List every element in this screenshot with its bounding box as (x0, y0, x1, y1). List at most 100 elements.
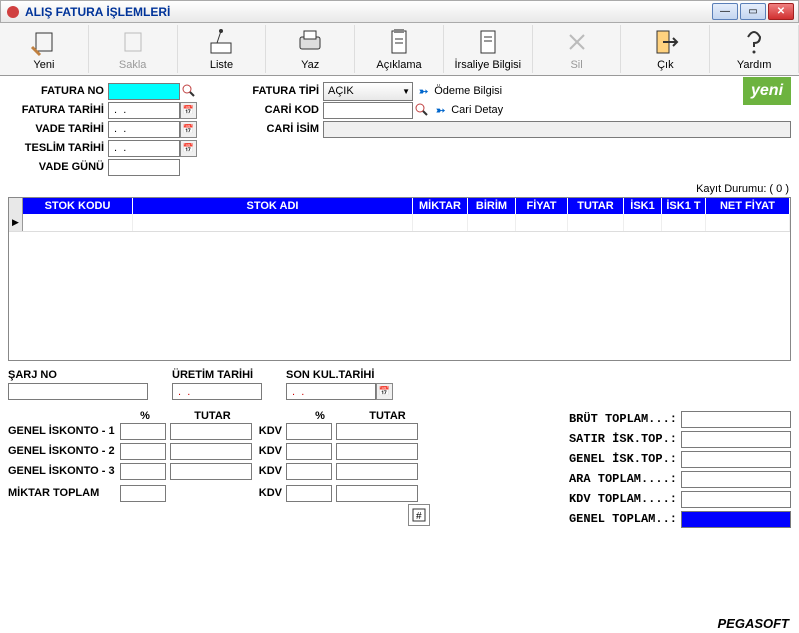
main-toolbar: Yeni Sakla Liste Yaz Açıklama İrsaliye B… (0, 23, 799, 76)
save-button[interactable]: Sakla (89, 25, 178, 73)
brut-value (681, 411, 791, 428)
hdr-tutar-2: TUTAR (345, 410, 430, 422)
hdr-tutar-1: TUTAR (170, 410, 255, 422)
isk1-label: GENEL İSKONTO - 1 (8, 425, 120, 437)
odeme-bilgisi-link[interactable]: Ödeme Bilgisi (430, 85, 506, 97)
teslim-tarihi-input[interactable] (108, 140, 180, 157)
fatura-no-input[interactable] (108, 83, 180, 100)
isk1-tutar-input[interactable] (170, 423, 252, 440)
ara-toplam-value (681, 471, 791, 488)
kdv2-label: KDV (252, 445, 286, 457)
uretim-tarihi-input[interactable] (172, 383, 262, 400)
stok-grid[interactable]: STOK KODU STOK ADI MİKTAR BİRİM FİYAT TU… (8, 197, 791, 361)
cari-detay-link[interactable]: Cari Detay (447, 104, 507, 116)
kdv4-pct-input[interactable] (286, 485, 332, 502)
teslim-tarihi-label: TESLİM TARİHİ (8, 142, 108, 154)
sarj-no-input[interactable] (8, 383, 148, 400)
close-button[interactable]: ✕ (768, 3, 794, 20)
genel-isk-label: GENEL İSK.TOP.: (569, 452, 677, 466)
kdv1-tutar-input[interactable] (336, 423, 418, 440)
col-stok-kodu[interactable]: STOK KODU (23, 198, 133, 214)
list-button[interactable]: Liste (178, 25, 267, 73)
col-miktar[interactable]: MİKTAR (413, 198, 468, 214)
fatura-tarihi-calendar-icon[interactable]: 📅 (180, 102, 197, 119)
col-netfiyat[interactable]: NET FİYAT (706, 198, 790, 214)
row-indicator-icon: ▶ (9, 214, 23, 231)
isk1-pct-input[interactable] (120, 423, 166, 440)
chevron-down-icon: ▼ (402, 87, 410, 96)
col-fiyat[interactable]: FİYAT (516, 198, 568, 214)
skt-input[interactable] (286, 383, 376, 400)
print-button[interactable]: Yaz (266, 25, 355, 73)
sarj-no-label: ŞARJ NO (8, 369, 148, 381)
help-button[interactable]: Yardım (710, 25, 799, 73)
brand-footer: PEGASOFT (717, 616, 789, 631)
isk2-tutar-input[interactable] (170, 443, 252, 460)
miktar-toplam-input[interactable] (120, 485, 166, 502)
delete-button[interactable]: Sil (533, 25, 622, 73)
fatura-tipi-label: FATURA TİPİ (238, 85, 323, 97)
fatura-tarihi-input[interactable] (108, 102, 180, 119)
kdv2-tutar-input[interactable] (336, 443, 418, 460)
vade-tarihi-calendar-icon[interactable]: 📅 (180, 121, 197, 138)
isk3-label: GENEL İSKONTO - 3 (8, 465, 120, 477)
col-tutar[interactable]: TUTAR (568, 198, 624, 214)
satir-isk-label: SATIR İSK.TOP.: (569, 432, 677, 446)
uretim-tarihi-label: ÜRETİM TARİHİ (172, 369, 262, 381)
kdv4-tutar-input[interactable] (336, 485, 418, 502)
yeni-badge: yeni (743, 77, 791, 105)
window-title: ALIŞ FATURA İŞLEMLERİ (25, 5, 712, 19)
brut-label: BRÜT TOPLAM...: (569, 412, 677, 426)
new-button[interactable]: Yeni (0, 25, 89, 73)
cari-kod-search-icon[interactable] (413, 102, 430, 119)
genel-toplam-label: GENEL TOPLAM..: (569, 512, 677, 526)
table-row[interactable]: ▶ (9, 214, 790, 232)
kdv3-label: KDV (252, 465, 286, 477)
kdv-toplam-label: KDV TOPLAM....: (569, 492, 677, 506)
vade-tarihi-label: VADE TARİHİ (8, 123, 108, 135)
col-isk1[interactable]: İSK1 (624, 198, 662, 214)
isk3-tutar-input[interactable] (170, 463, 252, 480)
svg-text:#: # (416, 511, 422, 522)
col-stok-adi[interactable]: STOK ADI (133, 198, 413, 214)
cari-kod-input[interactable] (323, 102, 413, 119)
kdv4-label: KDV (252, 487, 286, 499)
hdr-pct-2: % (295, 410, 345, 422)
fatura-no-label: FATURA NO (8, 85, 108, 97)
odeme-arrow-icon: ➳ (419, 85, 428, 98)
kdv1-label: KDV (252, 425, 286, 437)
isk3-pct-input[interactable] (120, 463, 166, 480)
isk2-pct-input[interactable] (120, 443, 166, 460)
exit-button[interactable]: Çık (621, 25, 710, 73)
fatura-tipi-select[interactable]: AÇIK▼ (323, 82, 413, 101)
teslim-tarihi-calendar-icon[interactable]: 📅 (180, 140, 197, 157)
fatura-no-search-icon[interactable] (180, 83, 197, 100)
cari-arrow-icon: ➳ (436, 104, 445, 117)
kdv3-pct-input[interactable] (286, 463, 332, 480)
kdv2-pct-input[interactable] (286, 443, 332, 460)
cari-isim-input[interactable] (323, 121, 791, 138)
grid-tool-button[interactable]: # (408, 504, 430, 526)
vade-tarihi-input[interactable] (108, 121, 180, 138)
minimize-button[interactable]: — (712, 3, 738, 20)
cari-kod-label: CARİ KOD (238, 104, 323, 116)
satir-isk-value (681, 431, 791, 448)
miktar-toplam-label: MİKTAR TOPLAM (8, 487, 120, 499)
vade-gunu-input[interactable] (108, 159, 180, 176)
dispatch-button[interactable]: İrsaliye Bilgisi (444, 25, 533, 73)
hdr-pct-1: % (120, 410, 170, 422)
skt-calendar-icon[interactable]: 📅 (376, 383, 393, 400)
col-isk1t[interactable]: İSK1 T (662, 198, 706, 214)
notes-button[interactable]: Açıklama (355, 25, 444, 73)
app-icon (5, 4, 21, 20)
isk2-label: GENEL İSKONTO - 2 (8, 445, 120, 457)
kdv3-tutar-input[interactable] (336, 463, 418, 480)
cari-isim-label: CARİ İSİM (238, 123, 323, 135)
kdv-toplam-value (681, 491, 791, 508)
col-birim[interactable]: BİRİM (468, 198, 516, 214)
kdv1-pct-input[interactable] (286, 423, 332, 440)
kayit-durumu-label: Kayıt Durumu: ( 0 ) (0, 181, 799, 197)
genel-isk-value (681, 451, 791, 468)
maximize-button[interactable]: ▭ (740, 3, 766, 20)
ara-toplam-label: ARA TOPLAM....: (569, 472, 677, 486)
